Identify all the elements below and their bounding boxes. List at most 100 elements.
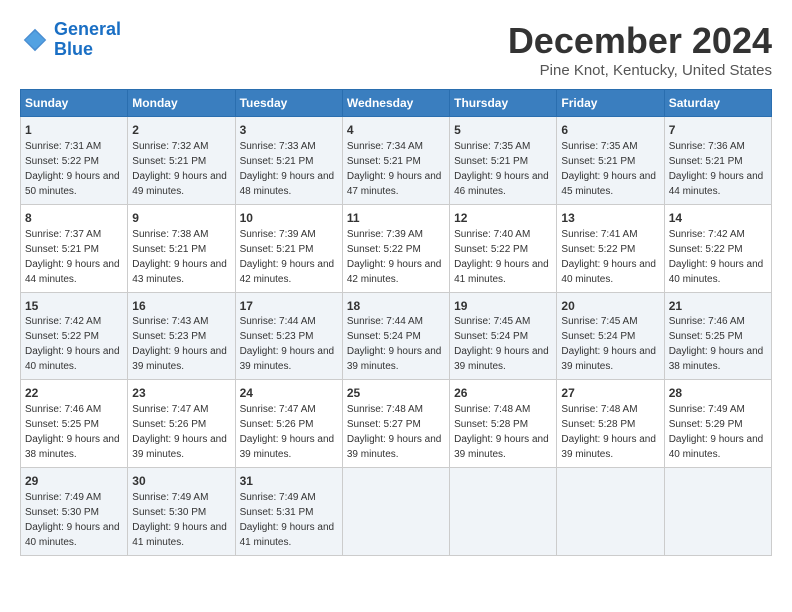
calendar-cell: 3 Sunrise: 7:33 AM Sunset: 5:21 PM Daylig… (235, 117, 342, 205)
logo-line1: General (54, 19, 121, 39)
day-number: 18 (347, 298, 445, 315)
day-detail: Sunrise: 7:44 AM Sunset: 5:23 PM Dayligh… (240, 316, 335, 372)
day-detail: Sunrise: 7:48 AM Sunset: 5:27 PM Dayligh… (347, 404, 442, 460)
day-header-wednesday: Wednesday (342, 90, 449, 117)
day-header-tuesday: Tuesday (235, 90, 342, 117)
calendar-cell: 8 Sunrise: 7:37 AM Sunset: 5:21 PM Daylig… (21, 204, 128, 292)
day-detail: Sunrise: 7:43 AM Sunset: 5:23 PM Dayligh… (132, 316, 227, 372)
day-detail: Sunrise: 7:42 AM Sunset: 5:22 PM Dayligh… (25, 316, 120, 372)
day-detail: Sunrise: 7:47 AM Sunset: 5:26 PM Dayligh… (132, 404, 227, 460)
day-number: 16 (132, 298, 230, 315)
day-detail: Sunrise: 7:48 AM Sunset: 5:28 PM Dayligh… (454, 404, 549, 460)
logo-text: General Blue (54, 20, 121, 60)
day-header-sunday: Sunday (21, 90, 128, 117)
day-number: 5 (454, 122, 552, 139)
day-number: 29 (25, 473, 123, 490)
day-number: 22 (25, 385, 123, 402)
day-number: 28 (669, 385, 767, 402)
week-row-4: 22Sunrise: 7:46 AM Sunset: 5:25 PM Dayli… (21, 380, 772, 468)
calendar-cell: 11Sunrise: 7:39 AM Sunset: 5:22 PM Dayli… (342, 204, 449, 292)
week-row-3: 15Sunrise: 7:42 AM Sunset: 5:22 PM Dayli… (21, 292, 772, 380)
calendar-cell: 30Sunrise: 7:49 AM Sunset: 5:30 PM Dayli… (128, 468, 235, 556)
day-header-saturday: Saturday (664, 90, 771, 117)
day-detail: Sunrise: 7:39 AM Sunset: 5:21 PM Dayligh… (240, 229, 335, 285)
calendar-cell: 10Sunrise: 7:39 AM Sunset: 5:21 PM Dayli… (235, 204, 342, 292)
day-detail: Sunrise: 7:38 AM Sunset: 5:21 PM Dayligh… (132, 229, 227, 285)
calendar-cell: 25 Sunrise: 7:48 AM Sunset: 5:27 PM Dayli… (342, 380, 449, 468)
header-row: SundayMondayTuesdayWednesdayThursdayFrid… (21, 90, 772, 117)
day-number: 23 (132, 385, 230, 402)
day-detail: Sunrise: 7:37 AM Sunset: 5:21 PM Dayligh… (25, 229, 120, 285)
calendar-cell: 16Sunrise: 7:43 AM Sunset: 5:23 PM Dayli… (128, 292, 235, 380)
day-detail: Sunrise: 7:45 AM Sunset: 5:24 PM Dayligh… (561, 316, 656, 372)
day-number: 19 (454, 298, 552, 315)
day-number: 7 (669, 122, 767, 139)
calendar-cell: 5 Sunrise: 7:35 AM Sunset: 5:21 PM Daylig… (450, 117, 557, 205)
calendar-cell: 15Sunrise: 7:42 AM Sunset: 5:22 PM Dayli… (21, 292, 128, 380)
day-number: 11 (347, 210, 445, 227)
day-detail: Sunrise: 7:49 AM Sunset: 5:31 PM Dayligh… (240, 492, 335, 548)
day-detail: Sunrise: 7:31 AM Sunset: 5:22 PM Dayligh… (25, 141, 120, 197)
calendar-cell: 26 Sunrise: 7:48 AM Sunset: 5:28 PM Dayli… (450, 380, 557, 468)
calendar-header: SundayMondayTuesdayWednesdayThursdayFrid… (21, 90, 772, 117)
day-number: 25 (347, 385, 445, 402)
calendar-cell: 18Sunrise: 7:44 AM Sunset: 5:24 PM Dayli… (342, 292, 449, 380)
day-detail: Sunrise: 7:48 AM Sunset: 5:28 PM Dayligh… (561, 404, 656, 460)
calendar-cell: 14Sunrise: 7:42 AM Sunset: 5:22 PM Dayli… (664, 204, 771, 292)
main-title: December 2024 (508, 20, 772, 62)
day-number: 4 (347, 122, 445, 139)
day-number: 1 (25, 122, 123, 139)
title-area: December 2024 Pine Knot, Kentucky, Unite… (508, 20, 772, 79)
day-detail: Sunrise: 7:36 AM Sunset: 5:21 PM Dayligh… (669, 141, 764, 197)
day-number: 2 (132, 122, 230, 139)
day-detail: Sunrise: 7:40 AM Sunset: 5:22 PM Dayligh… (454, 229, 549, 285)
day-number: 15 (25, 298, 123, 315)
calendar-cell: 20Sunrise: 7:45 AM Sunset: 5:24 PM Dayli… (557, 292, 664, 380)
day-number: 27 (561, 385, 659, 402)
logo-icon (20, 25, 50, 55)
calendar-cell: 6 Sunrise: 7:35 AM Sunset: 5:21 PM Daylig… (557, 117, 664, 205)
calendar-cell (664, 468, 771, 556)
day-number: 14 (669, 210, 767, 227)
calendar-cell: 12Sunrise: 7:40 AM Sunset: 5:22 PM Dayli… (450, 204, 557, 292)
day-detail: Sunrise: 7:41 AM Sunset: 5:22 PM Dayligh… (561, 229, 656, 285)
day-number: 13 (561, 210, 659, 227)
week-row-2: 8 Sunrise: 7:37 AM Sunset: 5:21 PM Daylig… (21, 204, 772, 292)
day-number: 24 (240, 385, 338, 402)
day-number: 26 (454, 385, 552, 402)
day-detail: Sunrise: 7:34 AM Sunset: 5:21 PM Dayligh… (347, 141, 442, 197)
day-number: 17 (240, 298, 338, 315)
day-header-thursday: Thursday (450, 90, 557, 117)
calendar-cell: 24 Sunrise: 7:47 AM Sunset: 5:26 PM Dayli… (235, 380, 342, 468)
day-detail: Sunrise: 7:45 AM Sunset: 5:24 PM Dayligh… (454, 316, 549, 372)
calendar-cell: 13 Sunrise: 7:41 AM Sunset: 5:22 PM Dayli… (557, 204, 664, 292)
week-row-5: 29Sunrise: 7:49 AM Sunset: 5:30 PM Dayli… (21, 468, 772, 556)
day-number: 3 (240, 122, 338, 139)
calendar-cell: 31 Sunrise: 7:49 AM Sunset: 5:31 PM Dayli… (235, 468, 342, 556)
day-detail: Sunrise: 7:44 AM Sunset: 5:24 PM Dayligh… (347, 316, 442, 372)
calendar-cell: 7 Sunrise: 7:36 AM Sunset: 5:21 PM Daylig… (664, 117, 771, 205)
header: General Blue December 2024 Pine Knot, Ke… (20, 20, 772, 79)
calendar-cell: 29Sunrise: 7:49 AM Sunset: 5:30 PM Dayli… (21, 468, 128, 556)
day-detail: Sunrise: 7:47 AM Sunset: 5:26 PM Dayligh… (240, 404, 335, 460)
day-detail: Sunrise: 7:46 AM Sunset: 5:25 PM Dayligh… (669, 316, 764, 372)
calendar-cell: 28Sunrise: 7:49 AM Sunset: 5:29 PM Dayli… (664, 380, 771, 468)
day-number: 9 (132, 210, 230, 227)
subtitle: Pine Knot, Kentucky, United States (508, 62, 772, 79)
week-row-1: 1 Sunrise: 7:31 AM Sunset: 5:22 PM Daylig… (21, 117, 772, 205)
day-number: 31 (240, 473, 338, 490)
calendar-cell: 4 Sunrise: 7:34 AM Sunset: 5:21 PM Daylig… (342, 117, 449, 205)
calendar-cell: 17Sunrise: 7:44 AM Sunset: 5:23 PM Dayli… (235, 292, 342, 380)
day-number: 30 (132, 473, 230, 490)
day-number: 6 (561, 122, 659, 139)
calendar-body: 1 Sunrise: 7:31 AM Sunset: 5:22 PM Daylig… (21, 117, 772, 556)
day-number: 8 (25, 210, 123, 227)
day-number: 20 (561, 298, 659, 315)
day-detail: Sunrise: 7:35 AM Sunset: 5:21 PM Dayligh… (561, 141, 656, 197)
calendar-cell: 19Sunrise: 7:45 AM Sunset: 5:24 PM Dayli… (450, 292, 557, 380)
day-header-monday: Monday (128, 90, 235, 117)
calendar-cell: 1 Sunrise: 7:31 AM Sunset: 5:22 PM Daylig… (21, 117, 128, 205)
day-detail: Sunrise: 7:33 AM Sunset: 5:21 PM Dayligh… (240, 141, 335, 197)
calendar-cell (342, 468, 449, 556)
day-detail: Sunrise: 7:35 AM Sunset: 5:21 PM Dayligh… (454, 141, 549, 197)
